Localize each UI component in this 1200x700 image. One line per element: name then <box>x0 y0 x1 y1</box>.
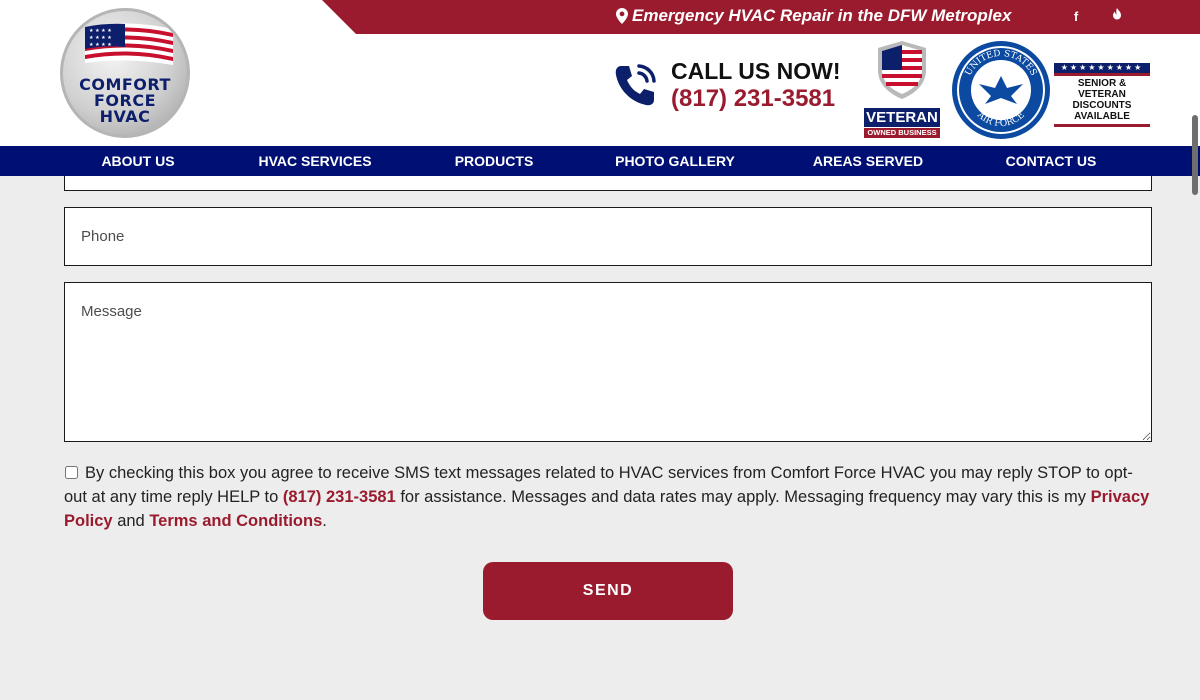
scrollbar-thumb[interactable] <box>1192 115 1198 195</box>
nav-products[interactable]: Products <box>455 146 534 176</box>
scrollbar[interactable] <box>1190 0 1200 700</box>
map-pin-icon <box>616 8 628 24</box>
logo-text: COMFORT FORCE HVAC <box>79 75 171 126</box>
nav-photo-gallery[interactable]: Photo Gallery <box>615 146 735 176</box>
svg-text:★ ★ ★ ★: ★ ★ ★ ★ <box>89 28 112 34</box>
nav-contact-us[interactable]: Contact Us <box>1006 146 1097 176</box>
air-force-seal-icon: UNITED STATES AIR FORCE <box>952 41 1050 139</box>
site-header: Emergency HVAC Repair in the DFW Metropl… <box>0 0 1200 146</box>
nav-areas-served[interactable]: Areas Served <box>813 146 923 176</box>
call-phone-link[interactable]: (817) 231-3581 <box>671 85 835 113</box>
message-field[interactable] <box>64 282 1152 442</box>
terms-link[interactable]: Terms and Conditions <box>149 512 322 530</box>
svg-text:★ ★ ★ ★: ★ ★ ★ ★ <box>89 42 112 48</box>
phone-icon[interactable] <box>612 62 658 108</box>
nav-about-us[interactable]: About Us <box>101 146 174 176</box>
facebook-icon[interactable]: f <box>1067 8 1085 26</box>
veteran-shield-icon <box>878 41 926 99</box>
emergency-text: Emergency HVAC Repair in the DFW Metropl… <box>632 6 1012 25</box>
company-logo[interactable]: ★ ★ ★ ★ ★ ★ ★ ★ ★ ★ ★ ★ COMFORT FORCE HVAC <box>60 8 190 138</box>
call-us-heading: CALL US NOW! <box>671 58 841 84</box>
sms-consent: By checking this box you agree to receiv… <box>64 464 1150 530</box>
top-bar: Emergency HVAC Repair in the DFW Metropl… <box>322 0 1200 34</box>
american-flag-graphic: ★ ★ ★ ★★ ★ ★ ★★ ★ ★ ★ <box>85 23 173 66</box>
senior-veteran-discount-badge: ★★★★★★★★★ SENIOR & VETERAN DISCOUNTS AVA… <box>1054 63 1150 127</box>
sms-consent-checkbox[interactable] <box>65 466 78 479</box>
yelp-icon[interactable] <box>1108 8 1126 26</box>
phone-field[interactable] <box>64 207 1152 266</box>
emergency-banner: Emergency HVAC Repair in the DFW Metropl… <box>616 6 1011 26</box>
consent-phone-link[interactable]: (817) 231-3581 <box>283 488 396 506</box>
veteran-owned-badge: VETERAN OWNED BUSINESS <box>862 40 942 140</box>
svg-text:★ ★ ★ ★: ★ ★ ★ ★ <box>89 35 112 41</box>
main-navigation: About Us HVAC Services Products Photo Ga… <box>0 146 1200 176</box>
send-button[interactable]: SEND <box>483 562 733 620</box>
nav-hvac-services[interactable]: HVAC Services <box>258 146 371 176</box>
